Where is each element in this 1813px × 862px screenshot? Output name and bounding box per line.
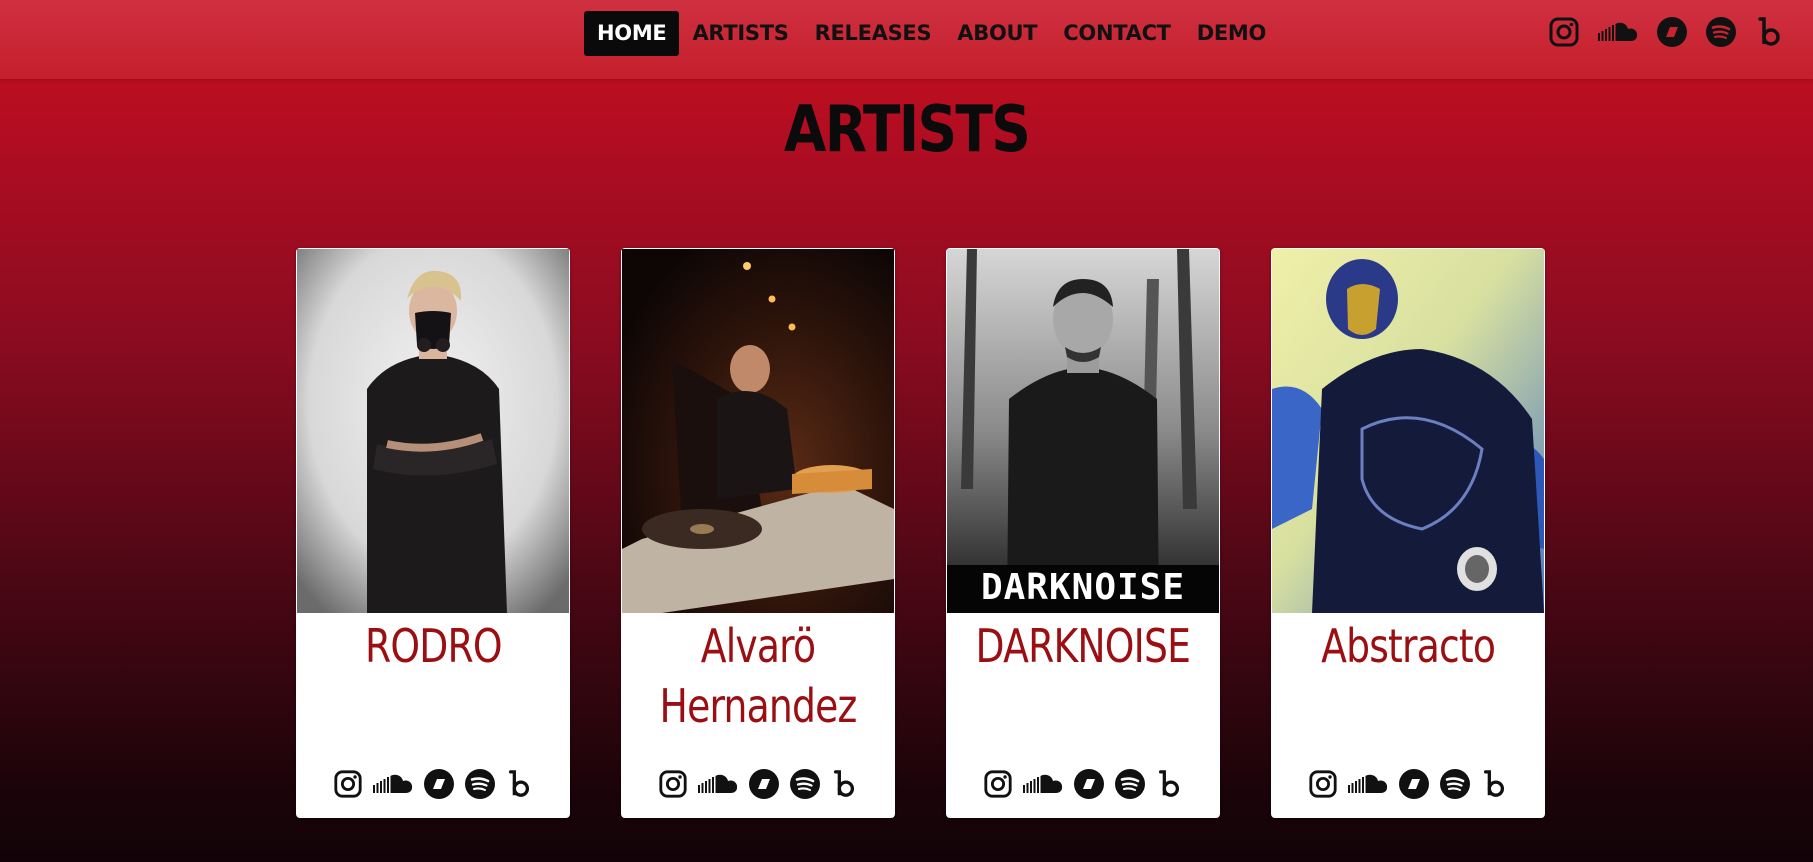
bandcamp-icon[interactable] — [1480, 769, 1508, 799]
artist-photo[interactable] — [1272, 249, 1544, 613]
nav-artists[interactable]: ARTISTS — [679, 11, 801, 56]
artist-photo[interactable] — [297, 249, 569, 613]
soundcloud-icon[interactable] — [1022, 772, 1064, 796]
instagram-icon[interactable] — [658, 769, 688, 799]
beatport-icon[interactable] — [1656, 16, 1688, 48]
artist-card-darknoise[interactable]: DARKNOISE DARKNOISE — [946, 248, 1220, 818]
artist-card-alvaro-hernandez[interactable]: Alvarö Hernandez — [621, 248, 895, 818]
bandcamp-icon[interactable] — [830, 769, 858, 799]
main-nav: HOME ARTISTS RELEASES ABOUT CONTACT DEMO — [584, 11, 1279, 56]
artist-social-links — [296, 768, 570, 800]
bandcamp-icon[interactable] — [1754, 16, 1784, 48]
bandcamp-icon[interactable] — [505, 769, 533, 799]
artist-name[interactable]: RODRO — [296, 616, 570, 676]
header-social-links — [1548, 16, 1784, 48]
top-nav-bar: HOME ARTISTS RELEASES ABOUT CONTACT DEMO — [0, 0, 1813, 79]
beatport-icon[interactable] — [423, 768, 455, 800]
beatport-icon[interactable] — [1398, 768, 1430, 800]
spotify-icon[interactable] — [1114, 768, 1146, 800]
nav-home[interactable]: HOME — [584, 11, 680, 56]
artist-photo[interactable] — [622, 249, 894, 613]
bandcamp-icon[interactable] — [1155, 769, 1183, 799]
artist-name[interactable]: Abstracto — [1271, 616, 1545, 676]
artist-social-links — [621, 768, 895, 800]
soundcloud-icon[interactable] — [372, 772, 414, 796]
darknoise-logo: DARKNOISE — [981, 567, 1185, 608]
spotify-icon[interactable] — [464, 768, 496, 800]
soundcloud-icon[interactable] — [1597, 20, 1639, 44]
instagram-icon[interactable] — [333, 769, 363, 799]
spotify-icon[interactable] — [1705, 16, 1737, 48]
nav-demo[interactable]: DEMO — [1184, 11, 1279, 56]
artist-photo[interactable]: DARKNOISE — [947, 249, 1219, 613]
nav-releases[interactable]: RELEASES — [802, 11, 945, 56]
instagram-icon[interactable] — [1308, 769, 1338, 799]
artist-name[interactable]: Alvarö Hernandez — [621, 616, 895, 736]
spotify-icon[interactable] — [1439, 768, 1471, 800]
nav-contact[interactable]: CONTACT — [1050, 11, 1183, 56]
artist-card-rodro[interactable]: RODRO — [296, 248, 570, 818]
artist-social-links — [1271, 768, 1545, 800]
artist-social-links — [946, 768, 1220, 800]
nav-about[interactable]: ABOUT — [944, 11, 1050, 56]
instagram-icon[interactable] — [1548, 16, 1580, 48]
soundcloud-icon[interactable] — [697, 772, 739, 796]
beatport-icon[interactable] — [748, 768, 780, 800]
artist-card-abstracto[interactable]: Abstracto — [1271, 248, 1545, 818]
page-title: ARTISTS — [783, 93, 1031, 167]
artist-name[interactable]: DARKNOISE — [946, 616, 1220, 676]
beatport-icon[interactable] — [1073, 768, 1105, 800]
instagram-icon[interactable] — [983, 769, 1013, 799]
spotify-icon[interactable] — [789, 768, 821, 800]
soundcloud-icon[interactable] — [1347, 772, 1389, 796]
